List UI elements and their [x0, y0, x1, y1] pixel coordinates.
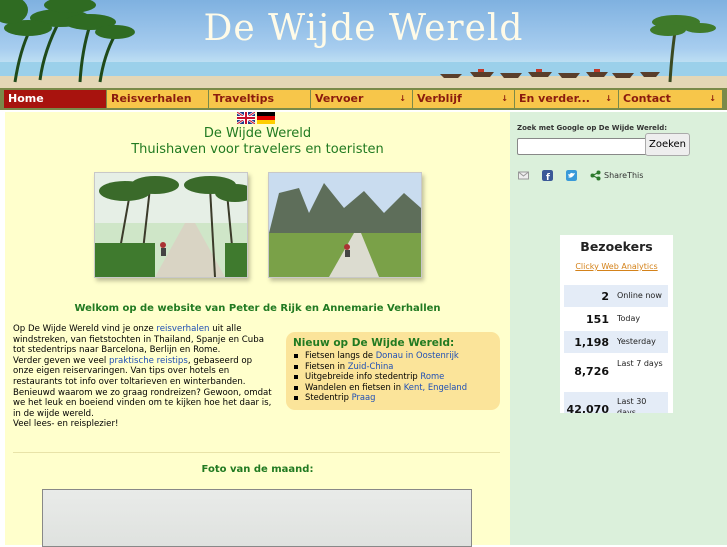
news-item-text: Uitgebreide info stedentrip — [305, 371, 421, 382]
search-input[interactable] — [517, 138, 647, 155]
intro-text-3: Verder geven we veel — [13, 355, 110, 366]
visitors-label: Online now — [617, 291, 662, 300]
intro-text: Op De Wijde Wereld vind je onze reisverh… — [13, 324, 275, 430]
news-link[interactable]: Donau in Oostenrijk — [376, 350, 459, 360]
german-flag-icon[interactable] — [257, 112, 275, 124]
facebook-icon[interactable]: f — [542, 170, 553, 181]
visitors-row: 1,198 Yesterday — [564, 331, 668, 353]
search-label: Zoek met Google op De Wijde Wereld: — [517, 124, 668, 132]
photo-karst-road-cyclist — [268, 172, 422, 278]
nav-home[interactable]: Home — [4, 90, 106, 108]
sharethis-label[interactable]: ShareThis — [604, 171, 643, 180]
visitors-count: 42,070 — [566, 403, 609, 413]
intro-text-5: Benieuwd waarom we zo graag rondreizen? … — [13, 387, 272, 419]
visitors-label: Last 7 days — [617, 359, 663, 368]
site-title: De Wijde Wereld — [203, 126, 312, 141]
svg-text:f: f — [546, 173, 550, 181]
visitors-count: 151 — [586, 313, 609, 326]
nav-label: En verder... — [519, 92, 590, 105]
arrow-down-icon: ↓ — [501, 94, 508, 103]
divider — [13, 452, 500, 453]
visitors-row: 151 Today — [564, 308, 668, 330]
nav-contact[interactable]: Contact ↓ — [619, 90, 722, 108]
news-item-text: Wandelen en fietsen in — [305, 381, 404, 392]
visitors-row: 2 Online now — [564, 285, 668, 307]
news-box: Nieuw op De Wijde Wereld: Fietsen langs … — [286, 332, 500, 410]
header-banner: De Wijde Wereld — [0, 0, 727, 88]
news-item-text: Stedentrip — [305, 392, 352, 403]
news-link[interactable]: Zuid-China — [348, 361, 394, 371]
news-item: Fietsen in Zuid-China — [293, 361, 498, 372]
news-item: Wandelen en fietsen in Kent, Engeland — [293, 382, 498, 393]
nav-verblijf[interactable]: Verblijf ↓ — [413, 90, 514, 108]
photo-of-month-heading: Foto van de maand: — [201, 464, 314, 475]
main-nav: Home Reisverhalen Traveltips Vervoer ↓ Ve… — [0, 88, 727, 110]
visitors-count: 8,726 — [574, 365, 609, 378]
sharethis-icon[interactable] — [590, 170, 601, 181]
search-button[interactable]: Zoeken — [645, 133, 690, 156]
twitter-icon[interactable] — [566, 170, 577, 181]
news-link[interactable]: Kent, Engeland — [404, 382, 467, 392]
news-link[interactable]: Praag — [352, 392, 376, 402]
uk-flag-icon[interactable] — [237, 112, 255, 124]
news-list: Fietsen langs de Donau in Oostenrijk Fie… — [293, 350, 498, 403]
photo-palm-road-cyclist — [94, 172, 248, 278]
news-item-text: Fietsen langs de — [305, 350, 376, 360]
visitors-widget: Bezoekers Clicky Web Analytics 2 Online … — [560, 235, 673, 413]
arrow-down-icon: ↓ — [709, 94, 716, 103]
intro-text-6: Veel lees- en reisplezier! — [13, 419, 119, 430]
nav-label: Home — [8, 92, 44, 105]
nav-label: Vervoer — [315, 92, 364, 105]
visitors-count: 1,198 — [574, 336, 609, 349]
news-item: Stedentrip Praag — [293, 392, 498, 403]
arrow-down-icon: ↓ — [399, 94, 406, 103]
nav-reisverhalen[interactable]: Reisverhalen — [107, 90, 208, 108]
visitors-label: Today — [617, 314, 641, 323]
link-praktische-reistips[interactable]: praktische reistips — [109, 356, 188, 366]
nav-label: Verblijf — [417, 92, 462, 105]
news-item-text: Fietsen in — [305, 360, 348, 371]
email-icon[interactable] — [518, 170, 529, 181]
visitors-label: Yesterday — [617, 337, 656, 346]
nav-en-verder[interactable]: En verder... ↓ — [515, 90, 618, 108]
nav-label: Reisverhalen — [111, 92, 192, 105]
nav-vervoer[interactable]: Vervoer ↓ — [311, 90, 412, 108]
arrow-down-icon: ↓ — [605, 94, 612, 103]
site-tagline: Thuishaven voor travelers en toeristen — [131, 142, 384, 157]
site-logo-title[interactable]: De Wijde Wereld — [0, 8, 727, 49]
link-reisverhalen[interactable]: reisverhalen — [156, 324, 209, 334]
visitors-count: 2 — [601, 290, 609, 303]
clicky-link[interactable]: Clicky Web Analytics — [560, 262, 673, 271]
nav-traveltips[interactable]: Traveltips — [209, 90, 310, 108]
welcome-heading: Welkom op de website van Peter de Rijk e… — [74, 303, 441, 314]
nav-label: Traveltips — [213, 92, 274, 105]
news-item: Uitgebreide info stedentrip Rome — [293, 371, 498, 382]
news-title: Nieuw op De Wijde Wereld: — [293, 337, 455, 349]
visitors-row: 8,726 Last 7 days — [564, 354, 668, 390]
visitors-row: 42,070 Last 30 days — [564, 392, 668, 413]
visitors-title: Bezoekers — [580, 239, 653, 254]
news-link[interactable]: Rome — [420, 371, 444, 381]
news-item: Fietsen langs de Donau in Oostenrijk — [293, 350, 498, 361]
photo-of-month-image — [42, 489, 472, 547]
nav-label: Contact — [623, 92, 671, 105]
intro-text-1: Op De Wijde Wereld vind je onze — [13, 324, 157, 334]
visitors-label: Last 30 days — [617, 397, 647, 413]
